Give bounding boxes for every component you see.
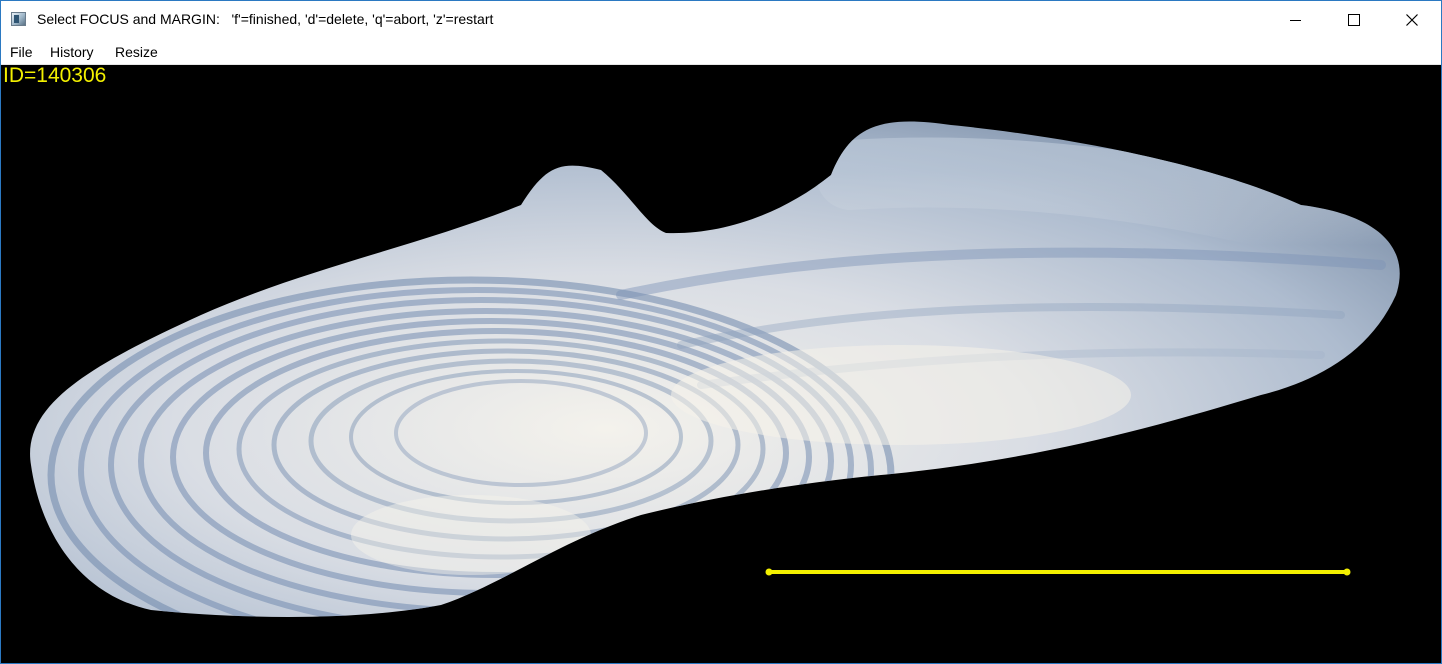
image-canvas[interactable]: ID=140306 (1, 65, 1441, 663)
menu-history[interactable]: History (50, 44, 94, 60)
maximize-button[interactable] (1325, 1, 1383, 39)
close-button[interactable] (1383, 1, 1441, 39)
otolith-image (30, 121, 1400, 617)
close-icon (1406, 14, 1418, 26)
title-bar[interactable]: Select FOCUS and MARGIN: 'f'=finished, '… (1, 1, 1441, 39)
minimize-button[interactable] (1267, 1, 1325, 39)
window-title: Select FOCUS and MARGIN: 'f'=finished, '… (37, 11, 494, 27)
menu-resize[interactable]: Resize (115, 44, 158, 60)
specimen-id-label: ID=140306 (3, 64, 107, 87)
scale-bar (765, 568, 1351, 576)
menu-file[interactable]: File (10, 44, 33, 60)
app-icon (11, 12, 26, 26)
app-window: Select FOCUS and MARGIN: 'f'=finished, '… (0, 0, 1442, 664)
menu-bar: File History Resize (1, 39, 1441, 65)
